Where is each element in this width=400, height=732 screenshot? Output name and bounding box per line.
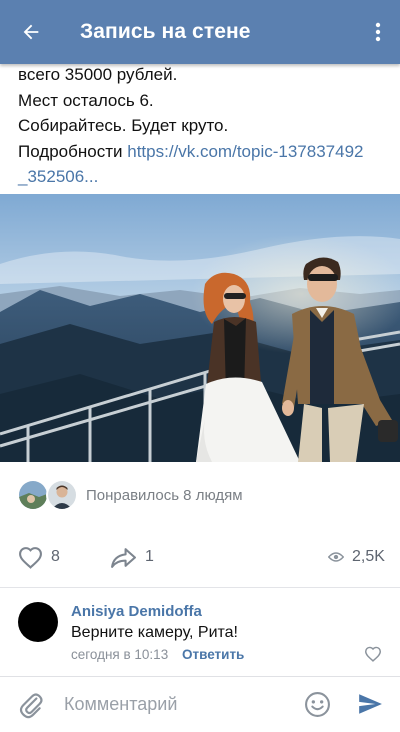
post-link-continuation: _352506... (18, 164, 388, 190)
share-button[interactable]: 1 (110, 540, 154, 574)
more-menu-button[interactable] (356, 0, 400, 64)
emoji-button[interactable] (304, 691, 331, 723)
back-button[interactable] (0, 0, 62, 64)
eye-icon (328, 552, 344, 562)
liker-avatar[interactable] (17, 479, 49, 511)
post-line: всего 35000 рублей. (18, 65, 178, 84)
post-link-tail[interactable]: _352506... (18, 167, 98, 186)
post-link[interactable]: https://vk.com/topic-137837492 (127, 142, 363, 161)
comment-input[interactable]: Комментарий (64, 694, 177, 715)
heart-outline-icon (364, 646, 382, 662)
app-bar: Запись на стене (0, 0, 400, 64)
like-button[interactable]: 8 (18, 540, 60, 574)
comment-meta: сегодня в 10:13 Ответить (71, 647, 244, 662)
avatar-image (19, 481, 47, 509)
send-button[interactable] (357, 691, 383, 722)
attach-button[interactable] (18, 691, 44, 724)
likes-count: 8 (51, 548, 60, 565)
smile-icon (305, 692, 330, 717)
views-count: 2,5K (352, 548, 385, 565)
avatar-image (48, 481, 76, 509)
likers-count-text: Понравилось 8 людям (86, 486, 243, 504)
divider (0, 587, 400, 588)
comment-composer: Комментарий (0, 676, 400, 732)
wedding-photo-image (0, 194, 400, 462)
more-vertical-icon (375, 22, 381, 42)
liker-avatar[interactable] (46, 479, 78, 511)
details-label: Подробности (18, 141, 123, 161)
post-line: Собирайтесь. Будет круто. (18, 116, 229, 136)
send-icon (359, 694, 382, 714)
post-line: Мест осталось 6. (18, 90, 154, 110)
comment-text: Верните камеру, Рита! (71, 624, 238, 641)
comment-time: сегодня в 10:13 (71, 647, 169, 662)
post-actions: 8 1 2,5K (0, 540, 400, 574)
shares-count: 1 (145, 548, 154, 565)
post-details-line: Подробности https://vk.com/topic-1378374… (18, 139, 388, 165)
reply-button[interactable]: Ответить (182, 647, 244, 662)
share-icon (111, 547, 136, 568)
post-text: всего 35000 рублей. Мест осталось 6. Соб… (18, 62, 388, 190)
likers-row[interactable]: Понравилось 8 людям (17, 478, 243, 512)
page-title: Запись на стене (80, 20, 251, 43)
views-counter: 2,5K (328, 540, 385, 574)
paperclip-icon (19, 693, 43, 719)
heart-icon (19, 546, 42, 569)
arrow-left-icon (23, 24, 39, 40)
comment-item: Anisiya Demidoffa Верните камеру, Рита! … (0, 596, 400, 668)
commenter-avatar[interactable] (18, 602, 58, 642)
comment-author[interactable]: Anisiya Demidoffa (71, 603, 202, 620)
comment-like-button[interactable] (364, 646, 382, 667)
post-photo[interactable] (0, 194, 400, 462)
